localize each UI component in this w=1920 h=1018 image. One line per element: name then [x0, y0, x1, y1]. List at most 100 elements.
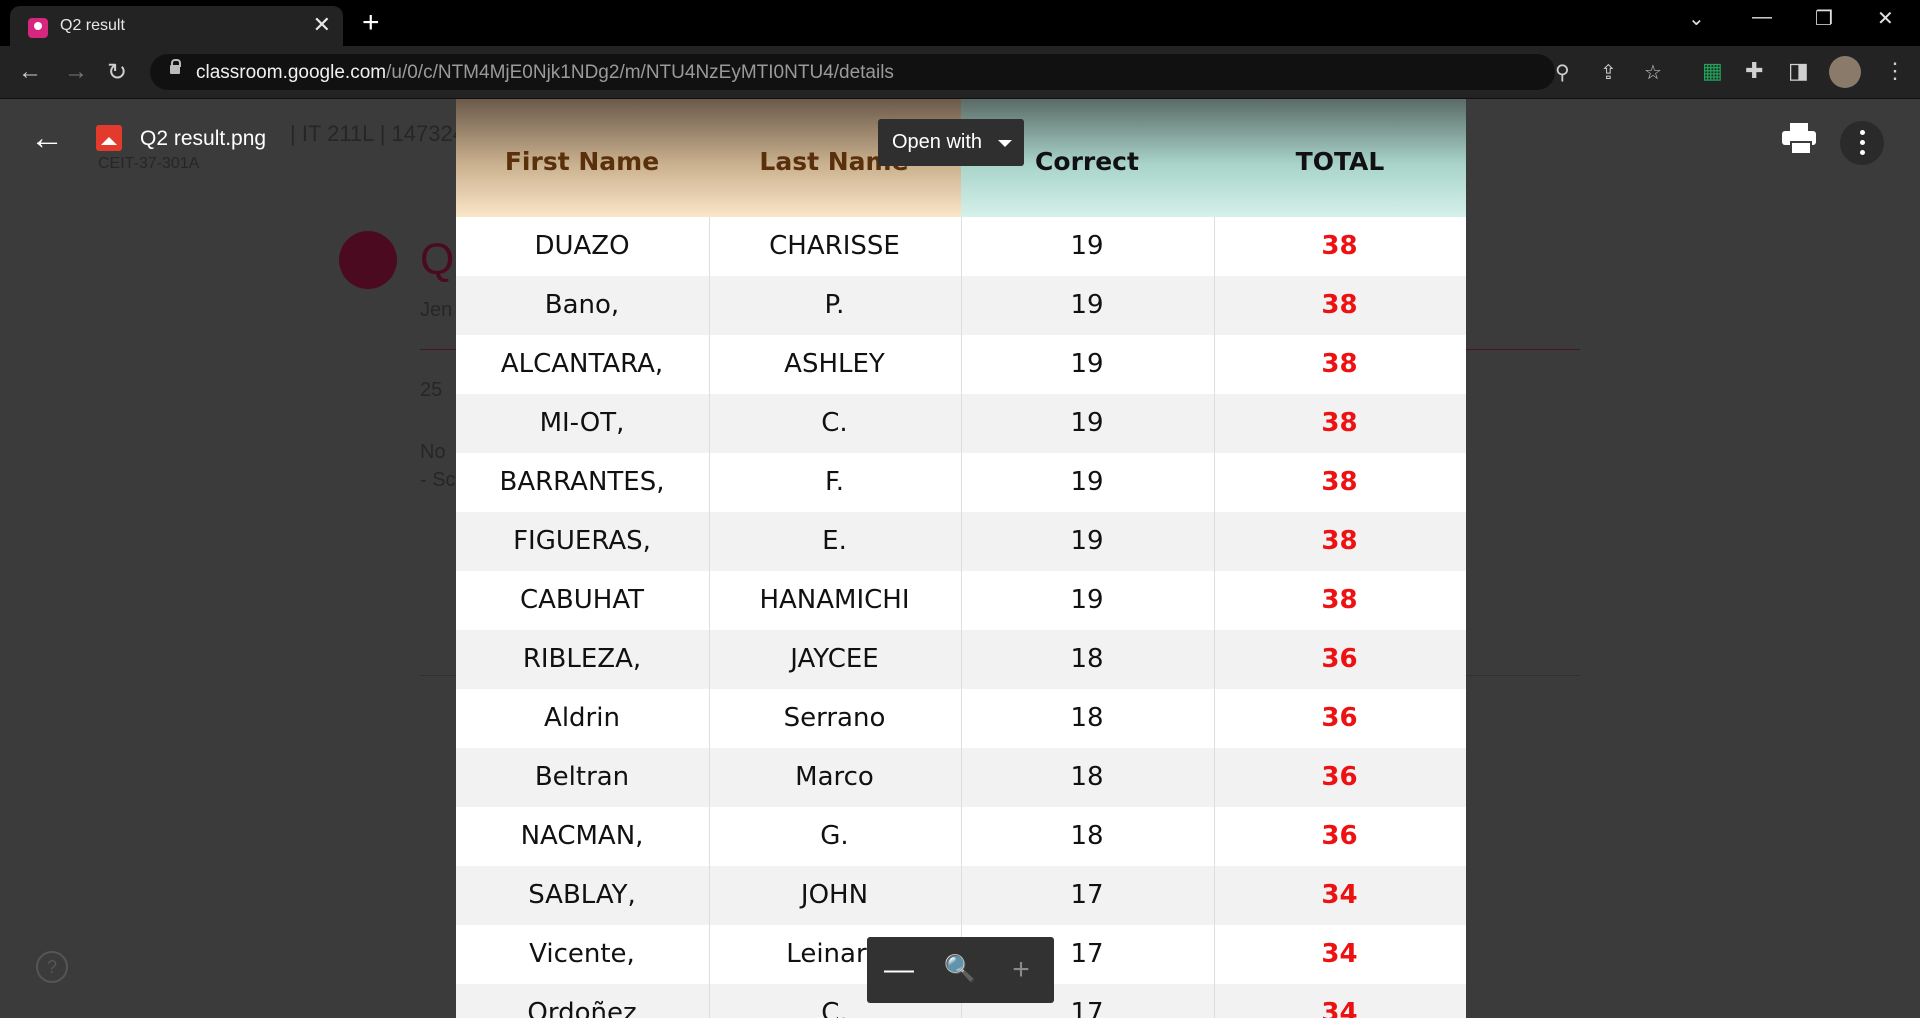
first-name-cell: RIBLEZA,	[522, 644, 642, 674]
cell-separator	[1213, 512, 1215, 571]
cell-separator	[961, 630, 962, 689]
back-icon[interactable]: ←	[18, 58, 42, 86]
tab-close-icon[interactable]: ✕	[313, 12, 331, 38]
print-icon[interactable]	[1782, 123, 1816, 155]
first-name-cell: BARRANTES,	[499, 467, 665, 497]
table-row: MI-OT, C. 19 38	[456, 394, 1466, 453]
correct-cell: 18	[1070, 703, 1104, 733]
cell-separator	[1213, 394, 1215, 453]
first-name-cell: Bano,	[544, 290, 620, 320]
last-name-cell: ASHLEY	[784, 349, 885, 379]
last-name-cell: P.	[824, 290, 845, 320]
browser-tab[interactable]: Q2 result ✕	[10, 6, 343, 46]
total-cell: 34	[1321, 880, 1358, 910]
cell-separator	[708, 217, 710, 276]
zoom-toolbar: — 🔍 +	[867, 937, 1054, 1003]
total-cell: 34	[1321, 998, 1358, 1018]
open-with-label: Open with	[892, 131, 983, 153]
table-row: Beltran Marco 18 36	[456, 748, 1466, 807]
classroom-favicon-icon	[28, 18, 48, 38]
reload-icon[interactable]: ↻	[107, 58, 127, 87]
minimize-icon[interactable]: —	[1752, 6, 1772, 29]
first-name-cell: SABLAY,	[528, 880, 636, 910]
tab-strip: Q2 result ✕ + ⌄ — ❐ ✕	[0, 0, 1920, 46]
url-text: classroom.google.com/u/0/c/NTM4MjE0Njk1N…	[196, 62, 894, 83]
cell-separator	[961, 276, 962, 335]
bg-title-fragment: Q	[420, 235, 455, 284]
first-name-cell: DUAZO	[534, 231, 630, 261]
first-name-cell: Beltran	[534, 762, 630, 792]
cell-separator	[708, 866, 710, 925]
table-row: CABUHAT HANAMICHI 19 38	[456, 571, 1466, 630]
total-cell: 38	[1321, 526, 1358, 556]
correct-cell: 17	[1070, 880, 1104, 910]
close-viewer-back-icon[interactable]: ←	[30, 119, 64, 158]
last-name-cell: JOHN	[800, 880, 869, 910]
cell-separator	[1213, 689, 1215, 748]
cell-separator	[1213, 276, 1215, 335]
bg-note-fragment-2: - Sc	[420, 469, 456, 491]
cell-separator	[961, 217, 962, 276]
tab-search-chevron-icon[interactable]: ⌄	[1688, 6, 1705, 31]
total-cell: 36	[1321, 703, 1358, 733]
header-first-name: First Name	[504, 147, 660, 176]
share-icon[interactable]: ⇪	[1600, 60, 1617, 85]
total-cell: 38	[1321, 467, 1358, 497]
cell-separator	[708, 807, 710, 866]
cell-separator	[708, 748, 710, 807]
restore-icon[interactable]: ❐	[1815, 6, 1833, 31]
table-row: Bano, P. 19 38	[456, 276, 1466, 335]
zoom-in-icon[interactable]: +	[1001, 953, 1041, 987]
bg-note-fragment: No	[420, 441, 446, 463]
cell-separator	[708, 394, 710, 453]
cell-separator	[708, 984, 710, 1018]
cell-separator	[708, 335, 710, 394]
extensions-puzzle-icon[interactable]: ✚	[1745, 58, 1763, 84]
correct-cell: 19	[1070, 408, 1104, 438]
zoom-icon[interactable]: ⚲	[1555, 60, 1570, 85]
tab-title: Q2 result	[60, 17, 125, 34]
table-row: Aldrin Serrano 18 36	[456, 689, 1466, 748]
help-icon[interactable]: ?	[36, 951, 68, 983]
first-name-cell: MI-OT,	[539, 408, 625, 438]
cell-separator	[708, 925, 710, 984]
zoom-reset-icon[interactable]: 🔍	[940, 953, 980, 984]
sheets-extension-icon[interactable]: ▦	[1702, 58, 1723, 84]
open-with-button[interactable]: Open with	[878, 119, 1024, 166]
table-row: BARRANTES, F. 19 38	[456, 453, 1466, 512]
zoom-out-icon[interactable]: —	[879, 953, 919, 987]
total-cell: 38	[1321, 349, 1358, 379]
last-name-cell: CHARISSE	[769, 231, 900, 261]
cell-separator	[708, 453, 710, 512]
more-options-icon[interactable]	[1840, 121, 1884, 165]
correct-cell: 19	[1070, 349, 1104, 379]
cell-separator	[708, 689, 710, 748]
correct-cell: 19	[1070, 290, 1104, 320]
cell-separator	[961, 866, 962, 925]
cell-separator	[961, 394, 962, 453]
table-row: SABLAY, JOHN 17 34	[456, 866, 1466, 925]
side-panel-icon[interactable]: ◨	[1788, 58, 1809, 84]
table-row: ALCANTARA, ASHLEY 19 38	[456, 335, 1466, 394]
correct-cell: 19	[1070, 585, 1104, 615]
profile-avatar[interactable]	[1829, 56, 1861, 88]
first-name-cell: NACMAN,	[520, 821, 644, 851]
table-row: RIBLEZA, JAYCEE 18 36	[456, 630, 1466, 689]
bookmark-star-icon[interactable]: ☆	[1644, 60, 1662, 85]
first-name-cell: Aldrin	[544, 703, 620, 733]
first-name-cell: Ordoñez	[527, 998, 637, 1018]
total-cell: 38	[1321, 231, 1358, 261]
last-name-cell: E.	[822, 526, 847, 556]
cell-separator	[708, 630, 710, 689]
new-tab-icon[interactable]: +	[362, 6, 380, 40]
total-cell: 36	[1321, 821, 1358, 851]
cell-separator	[961, 748, 962, 807]
forward-icon[interactable]: →	[64, 58, 88, 86]
chrome-menu-icon[interactable]: ⋮	[1884, 58, 1906, 84]
total-cell: 36	[1321, 644, 1358, 674]
window-close-icon[interactable]: ✕	[1877, 6, 1894, 31]
file-name: Q2 result.png	[140, 127, 267, 150]
url-bar[interactable]: classroom.google.com/u/0/c/NTM4MjE0Njk1N…	[150, 54, 1662, 90]
cell-separator	[961, 512, 962, 571]
first-name-cell: FIGUERAS,	[513, 526, 651, 556]
